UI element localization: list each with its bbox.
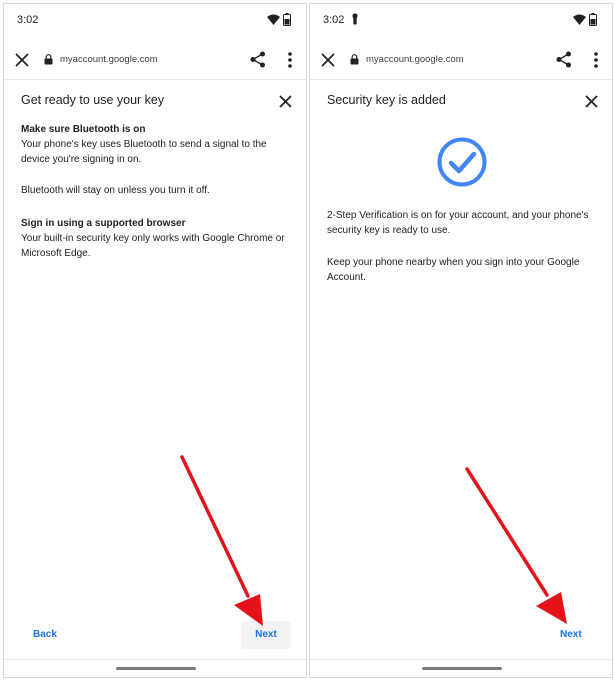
url-text[interactable]: myaccount.google.com	[60, 54, 158, 65]
bluetooth-note: Bluetooth will stay on unless you turn i…	[21, 183, 286, 198]
nav-divider	[4, 659, 306, 660]
left-screen: 3:02 myaccount.google.com Get ready to u…	[3, 3, 307, 678]
next-button[interactable]: Next	[241, 621, 291, 649]
back-button[interactable]: Back	[33, 629, 57, 640]
home-indicator[interactable]	[422, 667, 502, 670]
right-screen: 3:02 myaccount.google.com Security key i…	[309, 3, 613, 678]
section-heading: Make sure Bluetooth is on	[21, 124, 146, 135]
home-indicator[interactable]	[116, 667, 196, 670]
key-notification-icon	[352, 13, 358, 25]
lock-icon	[44, 54, 53, 65]
close-icon[interactable]	[585, 95, 598, 108]
browser-section: Sign in using a supported browser Your b…	[21, 216, 286, 261]
more-options-icon[interactable]	[594, 52, 598, 68]
battery-icon	[589, 13, 597, 26]
dialog-title: Get ready to use your key	[21, 93, 165, 107]
close-icon[interactable]	[279, 95, 292, 108]
paragraph: 2-Step Verification is on for your accou…	[327, 210, 589, 236]
more-options-icon[interactable]	[288, 52, 292, 68]
section-body: Bluetooth will stay on unless you turn i…	[21, 185, 210, 196]
confirmation-text: 2-Step Verification is on for your accou…	[327, 208, 592, 238]
paragraph: Keep your phone nearby when you sign int…	[327, 257, 580, 283]
wifi-icon	[267, 14, 280, 25]
battery-icon	[283, 13, 291, 26]
close-icon[interactable]	[15, 53, 29, 67]
url-text[interactable]: myaccount.google.com	[366, 54, 464, 65]
share-icon[interactable]	[250, 51, 266, 68]
section-body: Your built-in security key only works wi…	[21, 233, 285, 259]
browser-url-bar: myaccount.google.com	[310, 40, 612, 80]
nav-divider	[310, 659, 612, 660]
share-icon[interactable]	[556, 51, 572, 68]
status-time: 3:02	[323, 14, 345, 26]
lock-icon	[350, 54, 359, 65]
next-button[interactable]: Next	[560, 629, 582, 640]
close-icon[interactable]	[321, 53, 335, 67]
checkmark-circle-icon	[437, 137, 487, 187]
dialog-title: Security key is added	[327, 93, 446, 107]
browser-url-bar: myaccount.google.com	[4, 40, 306, 80]
bluetooth-section: Make sure Bluetooth is on Your phone's k…	[21, 122, 286, 167]
section-heading: Sign in using a supported browser	[21, 218, 186, 229]
status-bar: 3:02	[4, 4, 306, 36]
reminder-text: Keep your phone nearby when you sign int…	[327, 255, 592, 285]
section-body: Your phone's key uses Bluetooth to send …	[21, 139, 267, 165]
wifi-icon	[573, 14, 586, 25]
status-bar: 3:02	[310, 4, 612, 36]
status-time: 3:02	[17, 14, 39, 26]
